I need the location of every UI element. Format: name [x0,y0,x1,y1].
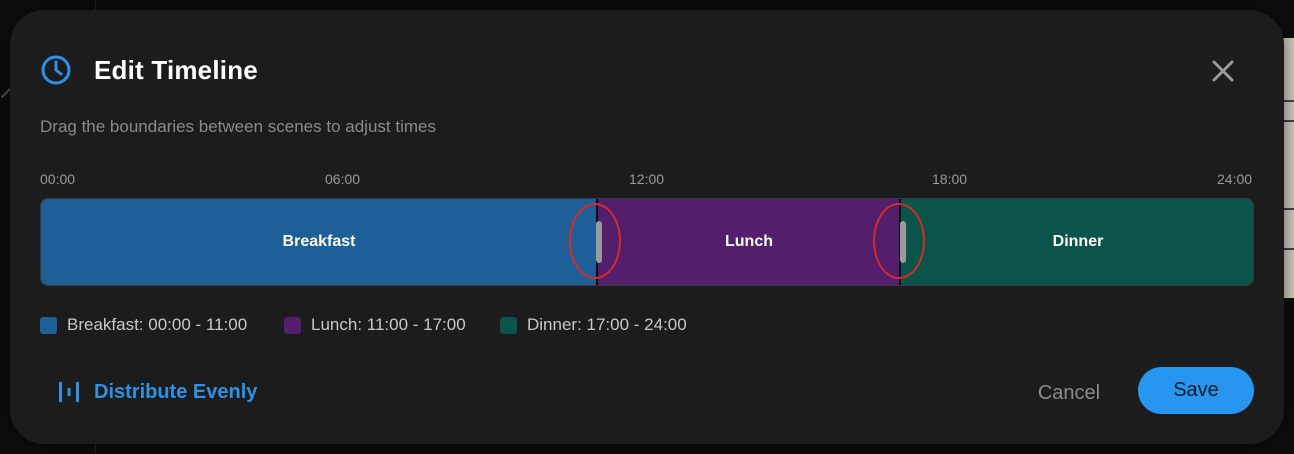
boundary-handle-breakfast-lunch[interactable] [596,221,602,263]
legend-item-dinner: Dinner: 17:00 - 24:00 [500,315,687,335]
legend-swatch [40,316,57,334]
legend-label: Breakfast: 00:00 - 11:00 [67,315,248,334]
legend-swatch [500,316,517,334]
legend-item-breakfast: Breakfast: 00:00 - 11:00 [40,315,247,335]
dialog-title: Edit Timeline [94,55,258,85]
timeline-bar: Breakfast Lunch Dinner [40,198,1254,286]
segment-dinner[interactable]: Dinner [901,199,1253,285]
segment-label: Breakfast [282,233,356,250]
legend-item-lunch: Lunch: 11:00 - 17:00 [284,315,466,335]
timeline-tick: 06:00 [325,171,361,187]
dialog-subtitle: Drag the boundaries between scenes to ad… [40,117,436,136]
segment-breakfast[interactable]: Breakfast [41,199,597,285]
timeline-tick: 18:00 [932,171,968,187]
distribute-label: Distribute Evenly [94,381,258,403]
segment-label: Dinner [1052,233,1104,250]
legend-swatch [284,316,301,334]
close-icon[interactable] [1208,56,1238,86]
timeline-tick: 12:00 [629,171,665,187]
edit-timeline-dialog: Edit Timeline Drag the boundaries betwee… [10,10,1284,444]
clock-icon [41,55,71,85]
cancel-button[interactable]: Cancel [1026,378,1112,408]
legend-label: Dinner: 17:00 - 24:00 [527,315,687,334]
segment-label: Lunch [725,233,773,250]
boundary-handle-lunch-dinner[interactable] [900,221,906,263]
distribute-icon [59,382,79,402]
segment-lunch[interactable]: Lunch [598,199,900,285]
timeline-tick: 24:00 [1217,171,1253,187]
timeline-tick: 00:00 [40,171,76,187]
legend-label: Lunch: 11:00 - 17:00 [311,315,466,334]
save-button[interactable]: Save [1138,367,1254,414]
distribute-evenly-button[interactable]: Distribute Evenly [58,378,257,406]
